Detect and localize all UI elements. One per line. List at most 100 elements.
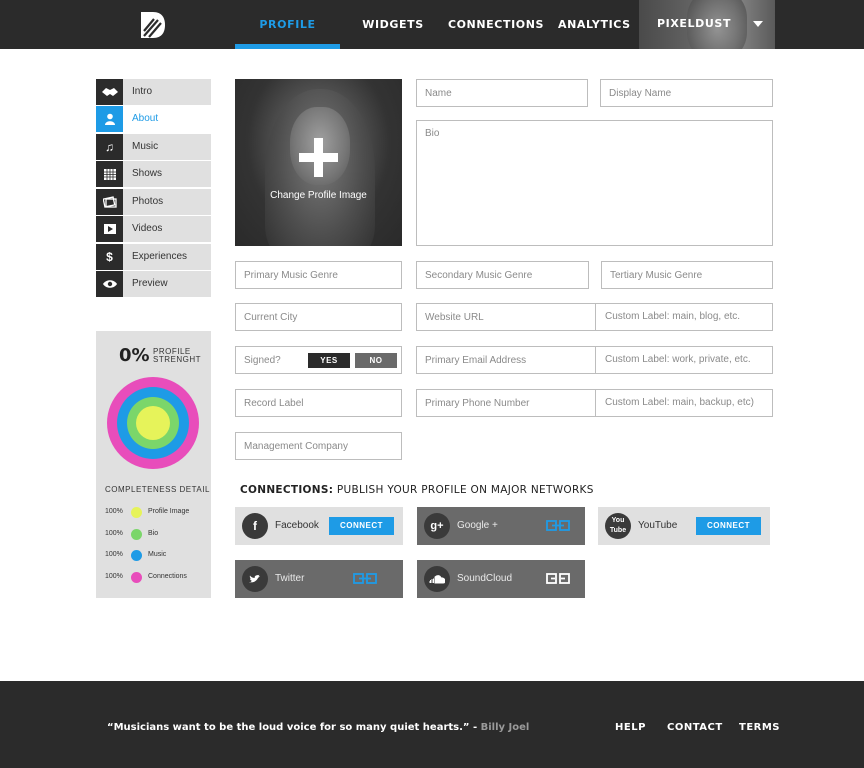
sidebar-item-label: Music bbox=[132, 141, 159, 152]
management-company-field[interactable]: Management Company bbox=[235, 432, 402, 460]
website-url-placeholder: Website URL bbox=[425, 312, 484, 323]
primary-genre-placeholder: Primary Music Genre bbox=[244, 270, 338, 281]
website-label-field[interactable]: Custom Label: main, blog, etc. bbox=[595, 303, 774, 331]
connection-card-facebook: f Facebook CONNECT bbox=[235, 507, 403, 545]
name-placeholder: Name bbox=[425, 88, 452, 99]
connection-name: Twitter bbox=[275, 573, 305, 584]
user-name: PIXELDUST bbox=[657, 17, 732, 30]
email-label-field[interactable]: Custom Label: work, private, etc. bbox=[595, 346, 774, 374]
nav-tab-analytics[interactable]: ANALYTICS bbox=[558, 0, 630, 49]
nav-tab-connections[interactable]: CONNECTIONS bbox=[446, 0, 546, 49]
dollar-icon: $ bbox=[96, 244, 123, 270]
completeness-row: 100% Profile Image bbox=[105, 507, 209, 519]
linked-icon[interactable] bbox=[353, 573, 377, 584]
completeness-name: Profile Image bbox=[148, 508, 190, 515]
sidebar-item-photos[interactable]: Photos bbox=[96, 189, 211, 215]
phone-label-field[interactable]: Custom Label: main, backup, etc) bbox=[595, 389, 774, 417]
brand-logo-icon[interactable] bbox=[140, 11, 166, 39]
primary-email-placeholder: Primary Email Address bbox=[425, 355, 527, 366]
primary-phone-field[interactable]: Primary Phone Number Custom Label: main,… bbox=[416, 389, 773, 417]
current-city-field[interactable]: Current City bbox=[235, 303, 402, 331]
twitter-icon bbox=[242, 566, 268, 592]
primary-phone-placeholder: Primary Phone Number bbox=[425, 398, 530, 409]
sidebar-item-label: Videos bbox=[132, 223, 163, 234]
record-label-placeholder: Record Label bbox=[244, 398, 304, 409]
footer-quote-text: “Musicians want to be the loud voice for… bbox=[107, 722, 478, 733]
signed-no-button[interactable]: NO bbox=[355, 353, 397, 368]
phone-label-placeholder: Custom Label: main, backup, etc) bbox=[605, 397, 754, 408]
connections-heading-rest: PUBLISH YOUR PROFILE ON MAJOR NETWORKS bbox=[333, 484, 594, 496]
connection-name: Facebook bbox=[275, 520, 319, 531]
change-profile-image-label: Change Profile Image bbox=[270, 190, 367, 201]
sidebar-item-label: Experiences bbox=[132, 251, 188, 262]
signed-label: Signed? bbox=[244, 355, 281, 366]
nav-tab-profile[interactable]: PROFILE bbox=[235, 0, 340, 49]
tertiary-genre-field[interactable]: Tertiary Music Genre bbox=[601, 261, 773, 289]
music-note-icon: ♫ bbox=[96, 134, 123, 160]
sidebar-item-music[interactable]: ♫ Music bbox=[96, 134, 211, 160]
plus-icon-bar bbox=[299, 153, 338, 162]
record-label-field[interactable]: Record Label bbox=[235, 389, 402, 417]
photos-icon bbox=[96, 189, 123, 215]
profile-strength-label-line2: STRENGHT bbox=[153, 355, 201, 364]
website-url-field[interactable]: Website URL Custom Label: main, blog, et… bbox=[416, 303, 773, 331]
completeness-detail-title: COMPLETENESS DETAIL bbox=[105, 485, 210, 494]
chevron-down-icon[interactable] bbox=[753, 21, 763, 27]
completeness-dot bbox=[131, 550, 142, 561]
display-name-placeholder: Display Name bbox=[609, 88, 672, 99]
completeness-dot bbox=[131, 529, 142, 540]
youtube-connect-button[interactable]: CONNECT bbox=[696, 517, 761, 535]
change-profile-image-button[interactable]: Change Profile Image bbox=[235, 79, 402, 246]
person-icon bbox=[96, 106, 123, 132]
primary-email-field[interactable]: Primary Email Address Custom Label: work… bbox=[416, 346, 773, 374]
secondary-genre-field[interactable]: Secondary Music Genre bbox=[416, 261, 589, 289]
connection-name: Google + bbox=[457, 520, 498, 531]
connection-name: YouTube bbox=[638, 520, 678, 531]
sidebar-item-shows[interactable]: Shows bbox=[96, 161, 211, 187]
completeness-name: Music bbox=[148, 551, 167, 558]
ring-profile-image bbox=[136, 406, 170, 440]
signed-yes-button[interactable]: YES bbox=[308, 353, 350, 368]
management-company-placeholder: Management Company bbox=[244, 441, 348, 452]
linked-icon[interactable] bbox=[546, 520, 570, 531]
primary-genre-field[interactable]: Primary Music Genre bbox=[235, 261, 402, 289]
sidebar-item-label: Intro bbox=[132, 86, 153, 97]
tertiary-genre-placeholder: Tertiary Music Genre bbox=[610, 270, 703, 281]
completeness-name: Bio bbox=[148, 530, 159, 537]
sidebar-item-label: Shows bbox=[132, 168, 163, 179]
completeness-name: Connections bbox=[148, 573, 187, 580]
connection-name: SoundCloud bbox=[457, 573, 513, 584]
sidebar-item-label: About bbox=[132, 113, 159, 124]
bio-placeholder: Bio bbox=[425, 128, 440, 139]
sidebar-item-videos[interactable]: Videos bbox=[96, 216, 211, 242]
completeness-percent: 100% bbox=[105, 508, 123, 515]
user-menu[interactable]: PIXELDUST bbox=[639, 0, 775, 49]
website-label-placeholder: Custom Label: main, blog, etc. bbox=[605, 311, 741, 322]
sidebar-item-intro[interactable]: Intro bbox=[96, 79, 211, 105]
sidebar-item-preview[interactable]: Preview bbox=[96, 271, 211, 297]
completeness-dot bbox=[131, 507, 142, 518]
secondary-genre-placeholder: Secondary Music Genre bbox=[425, 270, 533, 281]
footer-quote: “Musicians want to be the loud voice for… bbox=[107, 722, 529, 733]
completeness-percent: 100% bbox=[105, 551, 123, 558]
unlinked-icon[interactable] bbox=[546, 573, 570, 584]
bio-textarea[interactable]: Bio bbox=[416, 120, 773, 246]
name-field[interactable]: Name bbox=[416, 79, 588, 107]
connection-card-twitter: Twitter bbox=[235, 560, 403, 598]
sidebar-item-label: Photos bbox=[132, 196, 164, 207]
google-plus-icon: g+ bbox=[424, 513, 450, 539]
completeness-row: 100% Connections bbox=[105, 572, 209, 584]
nav-tab-widgets[interactable]: WIDGETS bbox=[355, 0, 431, 49]
facebook-connect-button[interactable]: CONNECT bbox=[329, 517, 394, 535]
display-name-field[interactable]: Display Name bbox=[600, 79, 773, 107]
sidebar-item-about[interactable]: About bbox=[96, 106, 211, 132]
footer-link-help[interactable]: HELP bbox=[615, 722, 646, 733]
sidebar-item-experiences[interactable]: $ Experiences bbox=[96, 244, 211, 270]
sidebar-item-label: Preview bbox=[132, 278, 168, 289]
footer-link-terms[interactable]: TERMS bbox=[739, 722, 780, 733]
footer-link-contact[interactable]: CONTACT bbox=[667, 722, 723, 733]
nav-active-indicator bbox=[235, 44, 340, 49]
completeness-percent: 100% bbox=[105, 573, 123, 580]
connections-heading: CONNECTIONS: PUBLISH YOUR PROFILE ON MAJ… bbox=[240, 484, 594, 496]
completeness-row: 100% Bio bbox=[105, 529, 209, 541]
